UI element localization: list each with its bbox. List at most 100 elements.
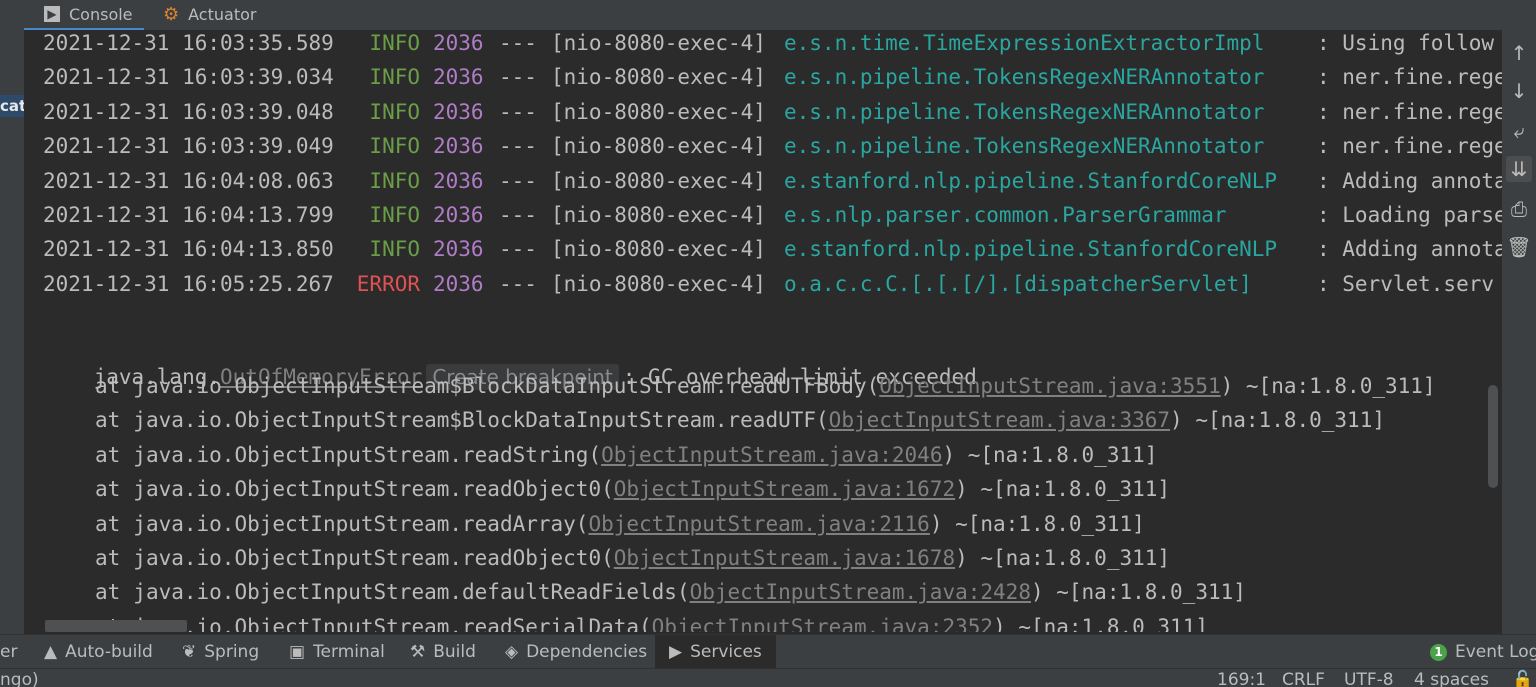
log-line: 2021-12-31 16:05:25.267 ERROR 2036 --- [nio-… xyxy=(43,271,1502,297)
indent-setting[interactable]: 4 spaces xyxy=(1414,670,1489,687)
log-logger: e.stanford.nlp.pipeline.StanfordCoreNLP xyxy=(784,168,1278,193)
log-logger: e.s.n.pipeline.TokensRegexNERAnnotator xyxy=(784,65,1265,90)
stack-frame: atjava.io.ObjectInputStream.readSerialDa… xyxy=(95,614,1208,632)
left-panel-cut-label[interactable]: cat xyxy=(0,95,24,117)
log-message: : ner.fine.rege xyxy=(1317,134,1502,159)
stack-source-link[interactable]: ObjectInputStream.java:3551 xyxy=(879,374,1220,398)
services-play-icon: ▶ xyxy=(669,642,683,662)
console-icon: ▶ xyxy=(44,6,60,22)
bottom-tab-auto-build[interactable]: ▲ Auto-build xyxy=(44,635,153,669)
log-logger: e.s.nlp.parser.common.ParserGrammar xyxy=(784,203,1227,227)
bottom-tab-build[interactable]: ⚒ Build xyxy=(410,635,476,669)
log-level: INFO xyxy=(369,168,420,193)
log-pid: 2036 xyxy=(433,134,484,159)
bottom-tab-dependencies[interactable]: ◈ Dependencies xyxy=(505,635,647,669)
actuator-icon: ⚙ xyxy=(163,3,180,25)
file-encoding[interactable]: UTF-8 xyxy=(1344,670,1394,687)
bottom-tab-event-log[interactable]: 1 Event Log xyxy=(1430,635,1536,669)
stack-source-link[interactable]: ObjectInputStream.java:2428 xyxy=(690,580,1031,604)
stack-source-link[interactable]: ObjectInputStream.java:2116 xyxy=(588,512,929,536)
stack-frame: at java.io.ObjectInputStream.readObject0(… xyxy=(95,476,1170,502)
tab-console[interactable]: ▶ Console xyxy=(44,0,133,28)
trash-icon[interactable]: 🗑 xyxy=(1506,234,1532,260)
stack-method: java.io.ObjectInputStream.readSerialData… xyxy=(133,614,652,632)
stack-frame: at java.io.ObjectInputStream$BlockDataInp… xyxy=(95,373,1436,399)
log-thread: [nio-8080-exec-4] xyxy=(551,31,766,55)
log-line: 2021-12-31 16:03:35.589 INFO 2036 --- [nio-8… xyxy=(43,30,1502,56)
stack-at: at xyxy=(95,546,121,570)
log-level: INFO xyxy=(369,99,420,124)
arrow-up-icon[interactable]: ↑ xyxy=(1506,40,1532,66)
arrow-down-icon[interactable]: ↓ xyxy=(1506,78,1532,104)
stack-method: java.io.ObjectInputStream.readString( xyxy=(133,442,602,467)
tab-actuator[interactable]: ⚙ Actuator xyxy=(163,0,256,28)
stack-frame: at java.io.ObjectInputStream.defaultReadF… xyxy=(95,579,1246,605)
log-level: INFO xyxy=(369,31,420,55)
log-timestamp: 2021-12-31 16:03:39.034 xyxy=(43,65,334,90)
stack-suffix: ) ~[na:1.8.0_311] xyxy=(942,442,1158,467)
line-separator[interactable]: CRLF xyxy=(1282,670,1325,687)
log-separator: --- xyxy=(499,99,537,124)
log-separator: --- xyxy=(499,203,537,227)
vertical-scrollbar[interactable] xyxy=(1488,385,1498,488)
scroll-to-end-icon[interactable]: ⇊ xyxy=(1506,156,1532,182)
tool-window-bar: er ▲ Auto-build ❦ Spring ▣ Terminal ⚒ Bu… xyxy=(0,634,1536,669)
tab-actuator-label: Actuator xyxy=(188,4,257,24)
log-separator: --- xyxy=(499,168,537,193)
log-separator: --- xyxy=(499,65,537,90)
log-line: 2021-12-31 16:04:13.850 INFO 2036 --- [nio-8… xyxy=(43,236,1502,262)
dependencies-label: Dependencies xyxy=(526,642,648,662)
terminal-label: Terminal xyxy=(313,642,385,662)
stack-at: at xyxy=(95,442,121,467)
horizontal-scrollbar[interactable] xyxy=(45,620,187,632)
log-line: 2021-12-31 16:03:39.048 INFO 2036 --- [nio-8… xyxy=(43,99,1502,125)
services-label: Services xyxy=(690,642,762,662)
spring-leaf-icon: ❦ xyxy=(182,642,197,662)
stack-method: java.io.ObjectInputStream$BlockDataInput… xyxy=(133,408,829,433)
stack-source-link[interactable]: ObjectInputStream.java:2352 xyxy=(652,615,993,632)
soft-wrap-icon[interactable]: ⤶ xyxy=(1506,118,1532,144)
bottom-tab-cut[interactable]: er xyxy=(0,635,17,669)
log-separator: --- xyxy=(499,31,537,55)
caret-position[interactable]: 169:1 xyxy=(1217,670,1266,687)
bottom-tab-terminal[interactable]: ▣ Terminal xyxy=(289,635,385,669)
bottom-tab-spring[interactable]: ❦ Spring xyxy=(182,635,259,669)
log-line: 2021-12-31 16:03:39.049 INFO 2036 --- [nio-8… xyxy=(43,133,1502,159)
log-pid: 2036 xyxy=(433,271,484,296)
log-message: : Adding annota xyxy=(1317,237,1502,262)
spring-label: Spring xyxy=(204,642,260,662)
log-pid: 2036 xyxy=(433,237,484,262)
left-gutter xyxy=(0,30,24,634)
log-timestamp: 2021-12-31 16:03:39.049 xyxy=(43,134,334,159)
lock-icon[interactable]: 🔓 xyxy=(1512,670,1533,687)
stack-source-link[interactable]: ObjectInputStream.java:1672 xyxy=(614,477,955,501)
bottom-tab-services[interactable]: ▶ Services xyxy=(655,635,776,669)
stack-at: at xyxy=(95,408,121,433)
stack-frame: at java.io.ObjectInputStream.readObject0(… xyxy=(95,545,1170,571)
stack-method: java.io.ObjectInputStream$BlockDataInput… xyxy=(133,374,880,398)
log-logger: e.s.n.time.TimeExpressionExtractorImpl xyxy=(784,31,1265,55)
log-timestamp: 2021-12-31 16:03:39.048 xyxy=(43,99,334,124)
log-message: : ner.fine.rege xyxy=(1317,99,1502,124)
log-level: INFO xyxy=(369,203,420,227)
log-separator: --- xyxy=(499,271,537,296)
auto-build-label: Auto-build xyxy=(65,642,153,662)
stack-suffix: ) ~[na:1.8.0_311] xyxy=(1220,374,1436,398)
log-timestamp: 2021-12-31 16:05:25.267 xyxy=(43,271,334,296)
event-log-count-badge: 1 xyxy=(1430,643,1447,661)
log-message: : Servlet.serv xyxy=(1317,271,1495,296)
stack-source-link[interactable]: ObjectInputStream.java:1678 xyxy=(614,546,955,570)
status-bar: ngo) 169:1 CRLF UTF-8 4 spaces 🔓 xyxy=(0,668,1536,687)
stack-source-link[interactable]: ObjectInputStream.java:2046 xyxy=(601,443,942,467)
stack-source-link[interactable]: ObjectInputStream.java:3367 xyxy=(829,408,1170,432)
stack-method: java.io.ObjectInputStream.readObject0( xyxy=(133,477,614,502)
print-icon[interactable]: ⎙ xyxy=(1506,196,1532,222)
console-output[interactable]: 2021-12-31 16:03:35.589 INFO 2036 --- [nio-8… xyxy=(24,30,1502,632)
hammer-icon: ⚒ xyxy=(410,642,426,662)
log-thread: [nio-8080-exec-4] xyxy=(551,237,766,262)
stack-frame: at java.io.ObjectInputStream.readArray(Ob… xyxy=(95,511,1145,537)
log-logger: e.stanford.nlp.pipeline.StanfordCoreNLP xyxy=(784,237,1278,262)
exception-line: java.lang.OutOfMemoryError Create breakpo… xyxy=(43,338,977,390)
stack-at: at xyxy=(95,374,121,398)
log-message: : Adding annota xyxy=(1317,168,1502,193)
